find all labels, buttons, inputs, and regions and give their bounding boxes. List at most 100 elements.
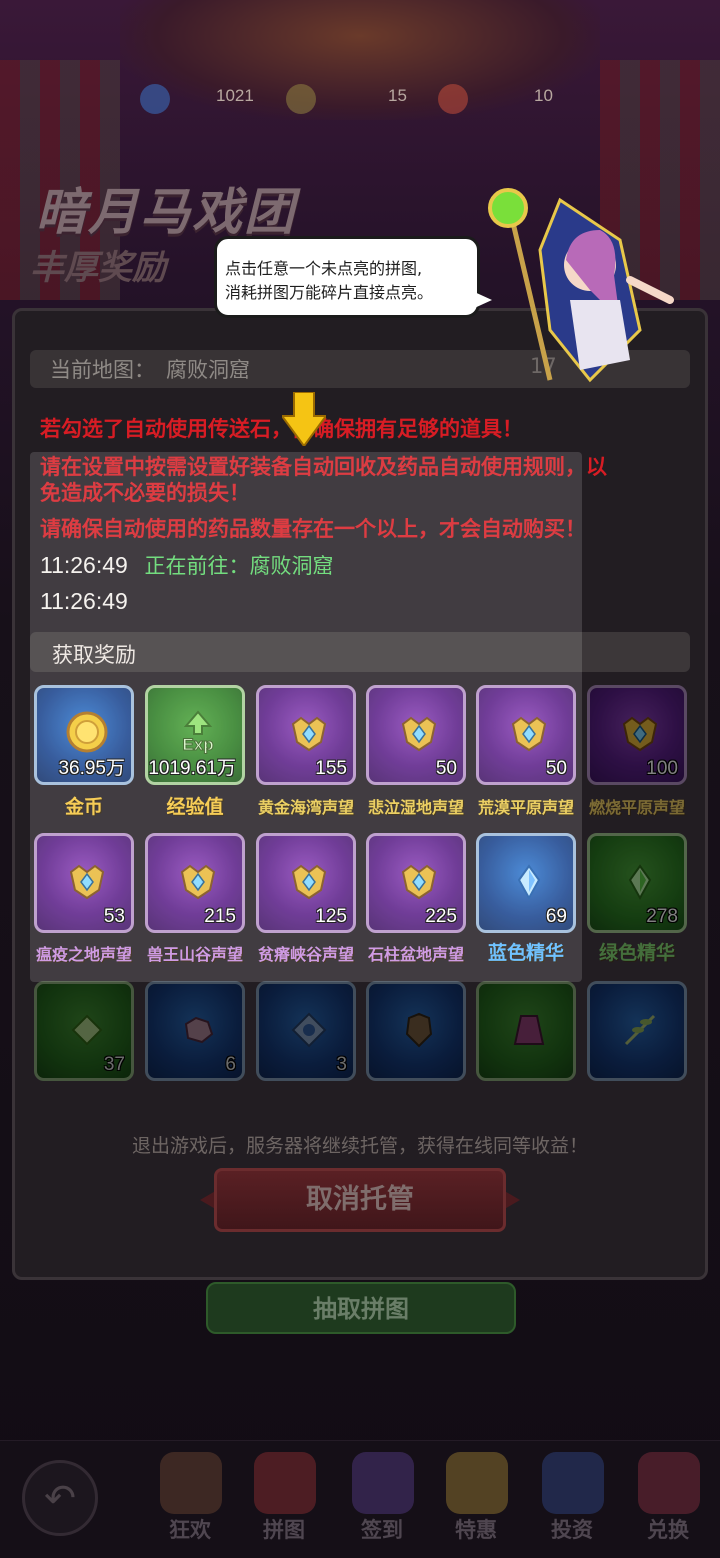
green-crystal-icon bbox=[71, 1014, 103, 1046]
log-warning: 免造成不必要的损失！ bbox=[40, 481, 250, 505]
reward-qty: 100 bbox=[646, 758, 678, 779]
log-entry: 11:26:49 正在前往：腐败洞窟 bbox=[40, 552, 334, 580]
reward-qty: 125 bbox=[315, 906, 347, 927]
jester-box-icon bbox=[352, 1452, 414, 1514]
reward-tile-reputation[interactable]: 225 bbox=[366, 833, 466, 933]
reward-tile-reputation[interactable]: 215 bbox=[145, 833, 245, 933]
nav-label: 狂欢 bbox=[169, 1518, 211, 1542]
balloon-gift-icon bbox=[446, 1452, 508, 1514]
reward-tile-reputation[interactable]: 50 bbox=[366, 685, 466, 785]
reward-name: 悲泣湿地声望 bbox=[367, 798, 464, 817]
reward-qty: 1019.61万 bbox=[148, 758, 236, 779]
tutorial-text-line: 点击任意一个未点亮的拼图, bbox=[225, 259, 423, 278]
event-subtitle: 丰厚奖励 bbox=[30, 248, 166, 288]
nav-item-exchange[interactable]: 兑换 bbox=[622, 1448, 714, 1552]
puzzle-icon bbox=[286, 84, 316, 114]
reward-qty: 53 bbox=[103, 906, 125, 927]
reward-tile-item[interactable] bbox=[476, 981, 576, 1081]
guide-mage-girl-icon bbox=[488, 188, 674, 383]
gem-icon bbox=[140, 84, 170, 114]
hosting-log[interactable]: 若勾选了自动使用传送石，需确保拥有足够的道具！ 请在设置中按需设置好装备自动回收… bbox=[30, 388, 690, 632]
blue-essence-icon bbox=[517, 864, 541, 901]
back-button[interactable]: ↶ bbox=[22, 1460, 98, 1536]
nav-item-carnival[interactable]: 狂欢 bbox=[144, 1448, 236, 1552]
nav-item-puzzle[interactable]: 拼图 bbox=[238, 1448, 330, 1552]
cancel-hosting-label: 取消托管 bbox=[306, 1184, 414, 1215]
reward-tile-reputation[interactable]: 50 bbox=[476, 685, 576, 785]
token-count: 10 bbox=[534, 86, 553, 105]
offline-hosting-notice: 退出游戏后，服务器将继续托管，获得在线同等收益！ bbox=[131, 1135, 588, 1157]
tutorial-speech-bubble: 点击任意一个未点亮的拼图, 消耗拼图万能碎片直接点亮。 bbox=[214, 236, 480, 318]
nav-item-signin[interactable]: 签到 bbox=[336, 1448, 428, 1552]
reputation-medal-icon bbox=[180, 864, 216, 900]
ore-icon bbox=[184, 1016, 214, 1044]
reward-tile-item[interactable]: 37 bbox=[34, 981, 134, 1081]
draw-puzzle-button[interactable]: 抽取拼图 bbox=[206, 1282, 516, 1334]
reputation-medal-icon bbox=[69, 864, 105, 900]
reward-tile-blue-essence[interactable]: 69 bbox=[476, 833, 576, 933]
reputation-medal-icon bbox=[291, 864, 327, 900]
log-status: 正在前往：腐败洞窟 bbox=[144, 554, 334, 578]
reward-tile-item[interactable] bbox=[366, 981, 466, 1081]
svg-text:Exp: Exp bbox=[182, 735, 213, 754]
rune-icon bbox=[291, 1012, 327, 1048]
reward-tile-item[interactable]: 6 bbox=[145, 981, 245, 1081]
ferris-wheel-icon bbox=[160, 1452, 222, 1514]
nav-label: 特惠 bbox=[455, 1518, 497, 1542]
reward-qty: 37 bbox=[103, 1054, 125, 1075]
reputation-medal-icon bbox=[401, 864, 437, 900]
nav-label: 拼图 bbox=[263, 1518, 305, 1542]
reward-name: 绿色精华 bbox=[598, 942, 675, 964]
reward-tile-reputation[interactable]: 155 bbox=[256, 685, 356, 785]
reward-qty: 50 bbox=[545, 758, 567, 779]
reward-tile-reputation[interactable]: 100 bbox=[587, 685, 687, 785]
reward-tile-item[interactable] bbox=[587, 981, 687, 1081]
reward-name: 蓝色精华 bbox=[487, 942, 564, 964]
card-icon bbox=[542, 1452, 604, 1514]
nav-item-invest[interactable]: 投资 bbox=[526, 1448, 618, 1552]
reputation-medal-icon bbox=[291, 716, 327, 752]
reward-name: 荒漠平原声望 bbox=[477, 798, 574, 817]
reward-qty: 278 bbox=[646, 906, 678, 927]
token-icon bbox=[438, 84, 468, 114]
reward-name: 石柱盆地声望 bbox=[367, 945, 464, 964]
gem-count: 1021 bbox=[216, 86, 254, 105]
log-entry: 11:26:49 bbox=[40, 588, 128, 616]
reward-name: 经验值 bbox=[166, 796, 224, 818]
exp-icon: Exp bbox=[182, 710, 214, 754]
reward-header: 获取奖励 bbox=[30, 632, 690, 672]
nav-label: 兑换 bbox=[647, 1518, 689, 1542]
log-timestamp: 11:26:49 bbox=[40, 552, 128, 578]
cancel-hosting-button[interactable]: 取消托管 bbox=[214, 1168, 506, 1232]
reward-qty: 3 bbox=[336, 1054, 347, 1075]
reputation-medal-icon bbox=[401, 716, 437, 752]
reward-name: 黄金海湾声望 bbox=[257, 798, 354, 817]
reward-qty: 225 bbox=[425, 906, 457, 927]
reward-qty: 155 bbox=[315, 758, 347, 779]
top-banner-art bbox=[120, 0, 600, 120]
reward-name: 金币 bbox=[64, 796, 103, 818]
reward-qty: 69 bbox=[545, 906, 567, 927]
current-map-label: 当前地图： bbox=[50, 358, 155, 382]
reward-tile-gold[interactable]: 36.95万 bbox=[34, 685, 134, 785]
reward-header-label: 获取奖励 bbox=[52, 643, 136, 667]
reward-tile-reputation[interactable]: 53 bbox=[34, 833, 134, 933]
circus-tent-icon bbox=[638, 1452, 700, 1514]
reward-name: 兽王山谷声望 bbox=[146, 945, 243, 964]
reward-tile-exp[interactable]: Exp 1019.61万 bbox=[145, 685, 245, 785]
reward-tile-green-essence[interactable]: 278 bbox=[587, 833, 687, 933]
reward-qty: 6 bbox=[225, 1054, 236, 1075]
reward-tile-item[interactable]: 3 bbox=[256, 981, 356, 1081]
armor-icon bbox=[405, 1012, 433, 1048]
draw-puzzle-label: 抽取拼图 bbox=[313, 1295, 409, 1323]
puzzle-count: 15 bbox=[388, 86, 407, 105]
reward-tile-reputation[interactable]: 125 bbox=[256, 833, 356, 933]
reward-qty: 50 bbox=[435, 758, 457, 779]
gold-coin-icon bbox=[66, 711, 108, 753]
nav-label: 签到 bbox=[361, 1518, 403, 1542]
tutorial-text-line: 消耗拼图万能碎片直接点亮。 bbox=[225, 283, 434, 302]
reward-name: 瘟疫之地声望 bbox=[35, 945, 132, 964]
reputation-medal-icon bbox=[511, 716, 547, 752]
back-arrow-icon: ↶ bbox=[44, 1476, 76, 1520]
nav-item-deals[interactable]: 特惠 bbox=[430, 1448, 522, 1552]
